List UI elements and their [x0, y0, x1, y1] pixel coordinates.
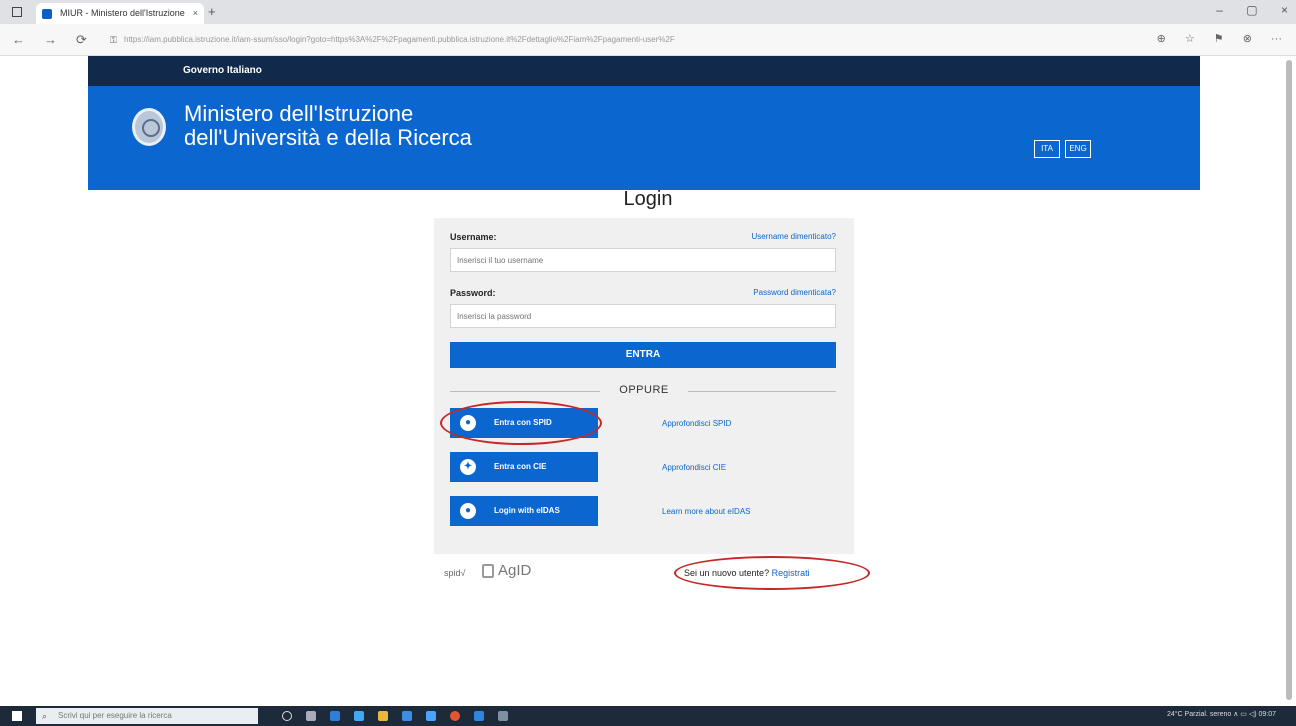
lock-icon: ⚿: [110, 35, 117, 45]
username-field[interactable]: [450, 248, 836, 272]
refresh-icon[interactable]: ⟳: [76, 32, 87, 48]
divider: [688, 391, 836, 392]
id-card-icon: ✦: [460, 459, 476, 475]
password-field[interactable]: [450, 304, 836, 328]
password-label: Password:: [450, 288, 496, 298]
language-switcher: ITA ENG: [1034, 138, 1096, 158]
url-text: https://iam.pubblica.istruzione.it/iam-s…: [124, 35, 675, 44]
new-user-question: Sei un nuovo utente?: [684, 568, 770, 578]
agid-logo: AgID: [482, 562, 531, 579]
file-explorer-icon[interactable]: [354, 711, 364, 721]
eidas-info-link[interactable]: Learn more about eIDAS: [662, 507, 751, 516]
ministry-title-line2: dell'Università e della Ricerca: [184, 125, 472, 150]
browser-tab[interactable]: MIUR - Ministero dell'Istruzione ×: [36, 3, 204, 24]
agid-label: AgID: [498, 562, 532, 579]
search-icon: ⌕: [42, 711, 48, 721]
republic-emblem-icon: [132, 108, 166, 146]
tab-favicon-icon: [42, 9, 52, 19]
eidas-button-label: Login with eIDAS: [494, 506, 560, 515]
edge-icon[interactable]: [330, 711, 340, 721]
toolbar-icon[interactable]: ⊕: [1157, 33, 1166, 45]
cie-info-link[interactable]: Approfondisci CIE: [662, 463, 726, 472]
lang-ita-button[interactable]: ITA: [1034, 140, 1060, 158]
window-controls: – ▢ ×: [1196, 3, 1288, 17]
forward-icon[interactable]: →: [44, 32, 57, 47]
tab-close-icon[interactable]: ×: [193, 3, 198, 24]
tab-title: MIUR - Ministero dell'Istruzione: [60, 8, 185, 18]
gov-label[interactable]: Governo Italiano: [183, 65, 262, 76]
eu-icon: ●: [460, 503, 476, 519]
maximize-icon[interactable]: ▢: [1246, 3, 1257, 17]
annotation-circle-spid: [440, 401, 602, 445]
eidas-login-button[interactable]: ● Login with eIDAS: [450, 496, 598, 526]
chrome-icon[interactable]: [450, 711, 460, 721]
cie-button-label: Entra con CIE: [494, 462, 547, 471]
cortana-icon[interactable]: [282, 711, 292, 721]
back-icon[interactable]: ←: [12, 32, 25, 47]
taskbar-search-field[interactable]: ⌕ Scrivi qui per eseguire la ricerca: [36, 708, 258, 724]
windows-taskbar: ⌕ Scrivi qui per eseguire la ricerca 24°…: [0, 706, 1296, 726]
mail-icon[interactable]: [402, 711, 412, 721]
forgot-username-link[interactable]: Username dimenticato?: [752, 232, 836, 241]
page-title: Login: [623, 188, 673, 210]
new-tab-icon[interactable]: +: [208, 4, 216, 19]
close-window-icon[interactable]: ×: [1281, 3, 1288, 17]
search-placeholder: Scrivi qui per eseguire la ricerca: [58, 711, 172, 720]
username-label: Username:: [450, 232, 497, 242]
profile-icon[interactable]: ⊗: [1243, 33, 1252, 45]
more-menu-icon[interactable]: ···: [1271, 33, 1282, 45]
app-icon[interactable]: [426, 711, 436, 721]
spid-logo: spid√: [444, 568, 466, 578]
login-card: Username: Username dimenticato? Password…: [434, 218, 854, 554]
system-tray[interactable]: 24°C Parzial. sereno ∧ ▭ ◁) 09:07: [1167, 710, 1276, 718]
app-icon[interactable]: [498, 711, 508, 721]
browser-tab-bar: MIUR - Ministero dell'Istruzione × + – ▢…: [0, 0, 1296, 24]
ministry-title[interactable]: Ministero dell'Istruzione dell'Universit…: [184, 102, 472, 150]
register-prompt: Sei un nuovo utente? Registrati: [684, 568, 810, 578]
address-bar: ← → ⟳ ⚿ https://iam.pubblica.istruzione.…: [0, 24, 1296, 56]
page-viewport: Governo Italiano Ministero dell'Istruzio…: [0, 56, 1296, 706]
oppure-label: OPPURE: [619, 384, 669, 396]
url-field[interactable]: ⚿ https://iam.pubblica.istruzione.it/iam…: [110, 29, 1030, 51]
app-icon[interactable]: [474, 711, 484, 721]
start-icon[interactable]: [12, 711, 22, 721]
login-button[interactable]: ENTRA: [450, 342, 836, 368]
ministry-header: Ministero dell'Istruzione dell'Universit…: [88, 86, 1200, 190]
spid-info-link[interactable]: Approfondisci SPID: [662, 419, 731, 428]
minimize-icon[interactable]: –: [1216, 3, 1223, 17]
favorite-icon[interactable]: ☆: [1185, 33, 1195, 45]
agid-icon: [482, 564, 494, 579]
tab-actions-icon[interactable]: [12, 7, 22, 17]
lang-eng-button[interactable]: ENG: [1065, 140, 1091, 158]
browser-toolbar: ⊕ ☆ ⚑ ⊗ ···: [1141, 32, 1282, 45]
ministry-title-line1: Ministero dell'Istruzione: [184, 101, 414, 126]
register-link[interactable]: Registrati: [772, 568, 810, 578]
cie-login-button[interactable]: ✦ Entra con CIE: [450, 452, 598, 482]
task-view-icon[interactable]: [306, 711, 316, 721]
store-icon[interactable]: [378, 711, 388, 721]
forgot-password-link[interactable]: Password dimenticata?: [753, 288, 836, 297]
page-scrollbar[interactable]: [1286, 60, 1292, 700]
collections-icon[interactable]: ⚑: [1214, 33, 1224, 45]
